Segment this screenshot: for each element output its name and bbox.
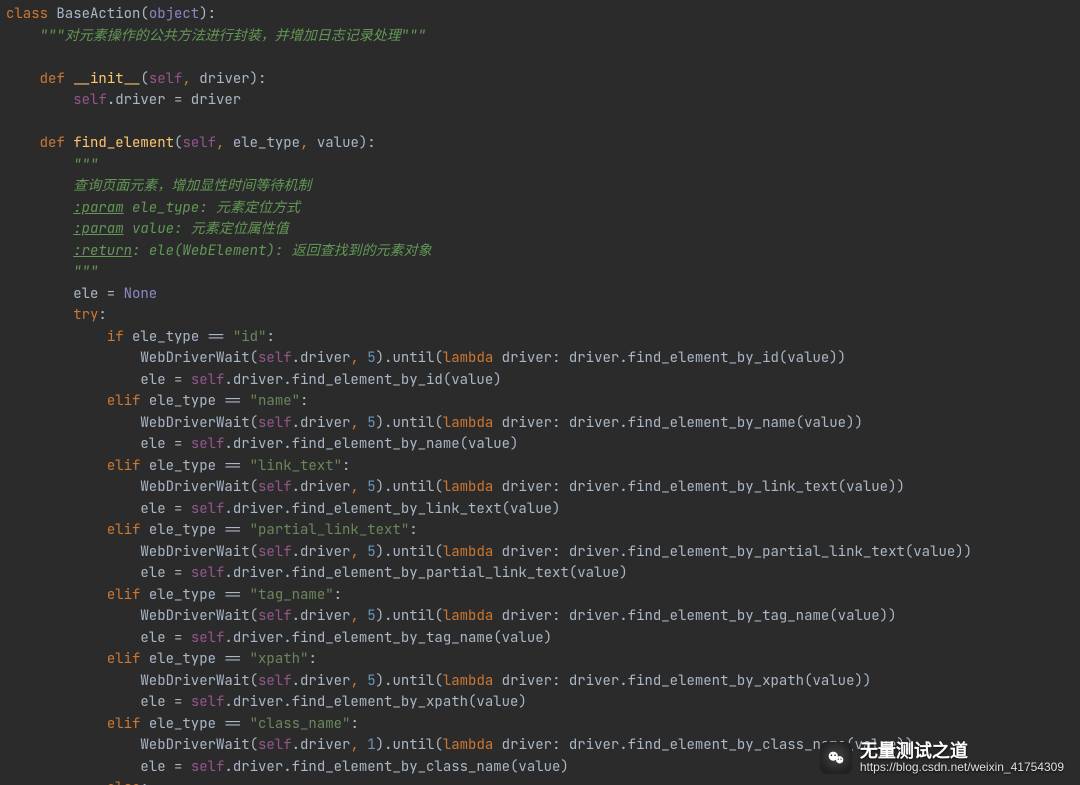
- watermark-url: https://blog.csdn.net/weixin_41754309: [860, 761, 1064, 775]
- class-name: BaseAction: [56, 5, 140, 23]
- watermark: 无量测试之道 https://blog.csdn.net/weixin_4175…: [820, 741, 1064, 775]
- base-class: object: [149, 5, 199, 23]
- wechat-icon: [820, 742, 852, 774]
- watermark-title: 无量测试之道: [860, 741, 968, 762]
- method-find-element: find_element: [73, 134, 174, 152]
- class-docstring: """对元素操作的公共方法进行封装，并增加日志记录处理""": [40, 27, 426, 45]
- kw-class: class: [6, 5, 56, 23]
- code-editor[interactable]: class BaseAction(object): """对元素操作的公共方法进…: [0, 0, 1080, 785]
